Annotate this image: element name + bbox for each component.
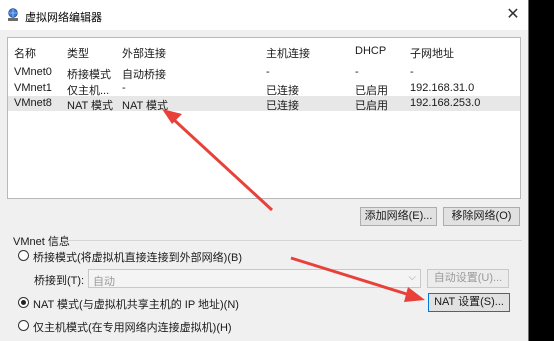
cell-external: NAT 模式 — [122, 100, 169, 112]
table-row[interactable]: VMnet0 桥接模式 自动桥接 - - - — [8, 65, 520, 81]
cell-dhcp: 已启用 — [355, 100, 388, 112]
cell-name: VMnet0 — [14, 66, 52, 78]
cell-subnet: - — [410, 66, 414, 78]
bridged-to-select[interactable]: 自动 ⌵ — [88, 269, 421, 288]
column-header-host[interactable]: 主机连接 — [266, 45, 310, 61]
column-header-name[interactable]: 名称 — [14, 45, 36, 61]
bridged-mode-label[interactable]: 桥接模式(将虚拟机直接连接到外部网络)(B) — [33, 249, 242, 265]
cell-name: VMnet8 — [14, 97, 52, 109]
cell-name: VMnet1 — [14, 82, 52, 94]
column-header-external[interactable]: 外部连接 — [122, 45, 166, 61]
cell-type: 桥接模式 — [67, 69, 111, 81]
close-button[interactable]: ✕ — [498, 0, 528, 30]
chevron-down-icon: ⌵ — [408, 272, 416, 283]
column-header-dhcp[interactable]: DHCP — [355, 45, 386, 57]
column-header-type[interactable]: 类型 — [67, 45, 89, 61]
window-title: 虚拟网络编辑器 — [25, 12, 102, 24]
auto-settings-button[interactable]: 自动设置(U)... — [427, 269, 509, 288]
radio-selected-dot — [21, 300, 26, 305]
cell-host: - — [266, 66, 270, 78]
virtual-network-editor-window: 虚拟网络编辑器 ✕ 名称 类型 外部连接 主机连接 DHCP 子网地址 VMne… — [0, 0, 529, 341]
table-row[interactable]: VMnet1 仅主机... - 已连接 已启用 192.168.31.0 — [8, 81, 520, 97]
cell-type: NAT 模式 — [67, 100, 114, 112]
remove-network-button[interactable]: 移除网络(O) — [443, 207, 520, 226]
host-only-mode-radio[interactable] — [18, 320, 29, 331]
cell-subnet: 192.168.31.0 — [410, 82, 475, 94]
cell-external: - — [122, 82, 126, 94]
group-divider — [62, 240, 522, 241]
cell-external: 自动桥接 — [122, 69, 166, 81]
nat-mode-label[interactable]: NAT 模式(与虚拟机共享主机的 IP 地址)(N) — [33, 296, 239, 312]
bridged-to-label: 桥接到(T): — [34, 275, 85, 287]
table-row-selected[interactable]: VMnet8 NAT 模式 NAT 模式 已连接 已启用 192.168.253… — [8, 96, 520, 112]
bridged-to-value: 自动 — [93, 276, 115, 288]
cell-dhcp: - — [355, 66, 359, 78]
network-list[interactable]: 名称 类型 外部连接 主机连接 DHCP 子网地址 VMnet0 桥接模式 自动… — [7, 37, 521, 199]
nat-settings-button[interactable]: NAT 设置(S)... — [428, 293, 510, 312]
title-bar: 虚拟网络编辑器 ✕ — [0, 0, 528, 30]
network-globe-icon — [8, 8, 18, 21]
cell-subnet: 192.168.253.0 — [410, 97, 481, 109]
nat-mode-radio[interactable] — [18, 297, 29, 308]
add-network-button[interactable]: 添加网络(E)... — [360, 207, 437, 226]
column-header-subnet[interactable]: 子网地址 — [410, 45, 454, 61]
host-only-mode-label[interactable]: 仅主机模式(在专用网络内连接虚拟机)(H) — [33, 319, 232, 335]
vmnet-info-group-label: VMnet 信息 — [13, 236, 70, 248]
bridged-mode-radio[interactable] — [18, 250, 29, 261]
cell-host: 已连接 — [266, 100, 299, 112]
